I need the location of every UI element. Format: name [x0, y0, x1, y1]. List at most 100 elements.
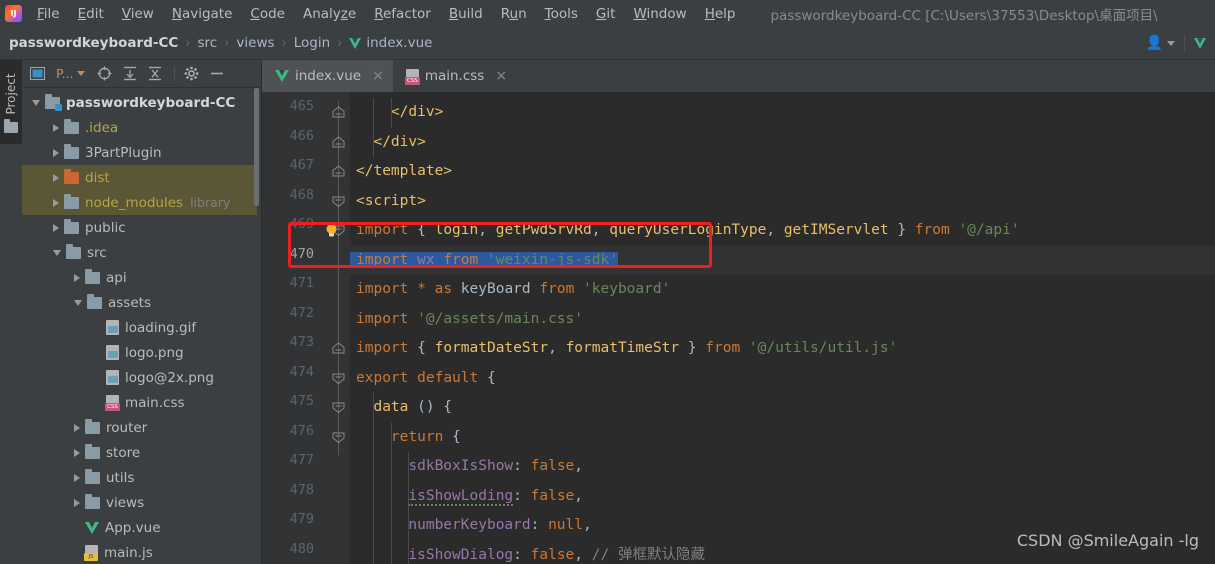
code-line-470[interactable]: import wx from 'weixin-js-sdk' [350, 245, 1215, 275]
menu-item-build[interactable]: Build [440, 4, 492, 24]
expand-all-icon[interactable] [123, 66, 137, 81]
code-text: </div> [350, 134, 425, 150]
chevron-right-icon[interactable] [74, 423, 80, 432]
chevron-right-icon[interactable] [74, 448, 80, 457]
fold-end-icon[interactable] [332, 342, 345, 355]
code-line-477[interactable]: sdkBoxIsShow: false, [350, 452, 1215, 482]
chevron-right-icon[interactable] [53, 223, 59, 232]
tree-item-public[interactable]: public [22, 215, 261, 240]
menu-item-analyze[interactable]: Analyze [294, 4, 365, 24]
chevron-down-icon[interactable] [32, 99, 40, 106]
code-line-467[interactable]: </template> [350, 157, 1215, 187]
tree-item-app-vue[interactable]: App.vue [22, 515, 261, 540]
chevron-right-icon[interactable] [74, 273, 80, 282]
code-line-476[interactable]: return { [350, 422, 1215, 452]
hide-panel-icon[interactable] [210, 67, 224, 80]
fold-end-icon[interactable] [332, 135, 345, 149]
fold-expand-icon[interactable] [332, 195, 345, 208]
editor-tab-index-vue[interactable]: index.vue × [262, 60, 393, 92]
intention-bulb-icon[interactable] [324, 223, 339, 238]
menu-item-help[interactable]: Help [696, 4, 745, 24]
menu-item-code[interactable]: Code [241, 4, 294, 24]
tree-item-views[interactable]: views [22, 490, 261, 515]
breadcrumb-separator: › [185, 35, 191, 51]
fold-end-icon[interactable] [332, 106, 345, 119]
token: import [356, 251, 409, 268]
user-account-icon[interactable]: 👤 [1146, 35, 1163, 51]
chevron-down-icon[interactable] [53, 249, 61, 256]
tree-item-main-js[interactable]: main.js [22, 540, 261, 564]
code-line-472[interactable]: import '@/assets/main.css' [350, 305, 1215, 335]
chevron-right-icon[interactable] [74, 473, 80, 482]
chevron-right-icon[interactable] [53, 173, 59, 182]
tree-item-assets[interactable]: assets [22, 290, 261, 315]
breadcrumb-item-login[interactable]: Login [294, 35, 330, 51]
code-line-473[interactable]: import { formatDateStr, formatTimeStr } … [350, 334, 1215, 364]
token: , [548, 340, 566, 356]
tree-item-utils[interactable]: utils [22, 465, 261, 490]
fold-expand-icon[interactable] [332, 401, 345, 414]
collapse-all-icon[interactable] [148, 66, 162, 81]
tree-item-main-css[interactable]: main.css [22, 390, 261, 415]
menu-item-window[interactable]: Window [624, 4, 695, 24]
tree-item-node-modules[interactable]: node_modules library [22, 190, 261, 215]
menu-item-tools[interactable]: Tools [536, 4, 587, 24]
tree-item-api[interactable]: api [22, 265, 261, 290]
breadcrumb-item-src[interactable]: src [197, 35, 217, 51]
close-icon[interactable]: × [372, 69, 384, 83]
code-line-471[interactable]: import * as keyBoard from 'keyboard' [350, 275, 1215, 305]
project-view-icon[interactable] [30, 67, 45, 80]
menu-item-edit[interactable]: Edit [69, 4, 113, 24]
editor-tab-main-css[interactable]: main.css × [393, 60, 516, 92]
code-line-468[interactable]: <script> [350, 187, 1215, 217]
editor-gutter[interactable]: 465 466 467 468 469 470 471 472 473 474 475 476 477 4… [262, 92, 350, 564]
close-icon[interactable]: × [495, 69, 507, 83]
menu-item-run[interactable]: Run [492, 4, 536, 24]
tree-item-src[interactable]: src [22, 240, 261, 265]
tree-item-store[interactable]: store [22, 440, 261, 465]
project-select-chevron-icon[interactable] [76, 70, 86, 77]
menu-item-navigate[interactable]: Navigate [163, 4, 242, 24]
tree-item-router[interactable]: router [22, 415, 261, 440]
tree-item-logo-2x-png[interactable]: logo@2x.png [22, 365, 261, 390]
fold-expand-icon[interactable] [332, 431, 345, 444]
tree-item-passwordkeyboard-cc[interactable]: passwordkeyboard-CC [22, 90, 261, 115]
project-panel-scrollbar[interactable] [254, 88, 259, 206]
fold-expand-icon[interactable] [332, 372, 345, 385]
code-line-465[interactable]: </div> [350, 98, 1215, 128]
project-select-label[interactable]: P... [56, 66, 74, 81]
chevron-down-icon[interactable] [74, 299, 82, 306]
chevron-down-icon[interactable] [1167, 40, 1175, 46]
breadcrumb-item-views[interactable]: views [236, 35, 274, 51]
tree-item-3partplugin[interactable]: 3PartPlugin [22, 140, 261, 165]
code-line-474[interactable]: export default { [350, 364, 1215, 394]
code-line-466[interactable]: </div> [350, 127, 1215, 157]
tree-item-dist[interactable]: dist [22, 165, 261, 190]
code-line-469[interactable]: import { login, getPwdSrvRd, queryUserLo… [350, 216, 1215, 246]
code-area[interactable]: 465 466 467 468 469 470 471 472 473 474 475 476 477 4… [262, 92, 1215, 564]
token: : [530, 517, 549, 533]
chevron-right-icon[interactable] [53, 148, 59, 157]
settings-gear-icon[interactable] [184, 66, 199, 81]
tree-item-loading-gif[interactable]: loading.gif [22, 315, 261, 340]
breadcrumb-item-index-vue[interactable]: index.vue [349, 35, 432, 51]
code-line-478[interactable]: isShowLoding: false, [350, 481, 1215, 511]
breadcrumb-item-passwordkeyboard-cc[interactable]: passwordkeyboard-CC [9, 35, 178, 51]
fold-end-icon[interactable] [332, 165, 345, 178]
tree-item-logo-png[interactable]: logo.png [22, 340, 261, 365]
menu-item-file[interactable]: File [28, 4, 69, 24]
menu-item-refactor[interactable]: Refactor [365, 4, 440, 24]
code-line-475[interactable]: data () { [350, 393, 1215, 423]
locate-icon[interactable] [97, 66, 112, 81]
menu-item-view[interactable]: View [113, 4, 163, 24]
chevron-right-icon[interactable] [53, 123, 59, 132]
tree-item--idea[interactable]: .idea [22, 115, 261, 140]
code-lines[interactable]: </div> </div> </template> <script> import {… [350, 92, 1215, 564]
folder-icon[interactable] [4, 119, 18, 133]
menu-item-git[interactable]: Git [587, 4, 625, 24]
line-number: 480 [289, 540, 314, 557]
chevron-right-icon[interactable] [74, 498, 80, 507]
chevron-right-icon[interactable] [53, 198, 59, 207]
